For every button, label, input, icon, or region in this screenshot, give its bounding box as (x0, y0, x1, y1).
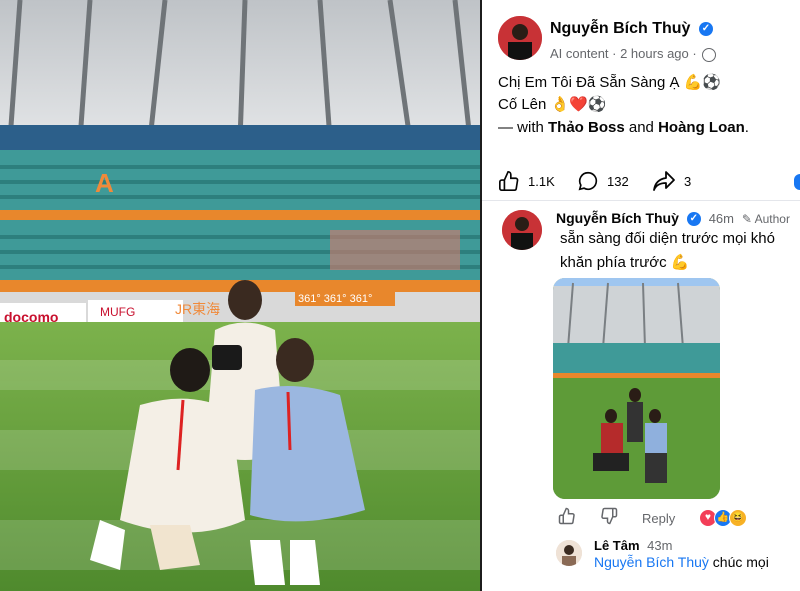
comment-author-avatar[interactable] (502, 210, 542, 250)
avatar-image (556, 540, 582, 566)
post-panel: Nguyễn Bích Thuỳ ✓ AI content · 2 hours … (482, 0, 800, 591)
thumb-up-icon (558, 507, 575, 525)
like-count: 1.1K (528, 173, 555, 189)
comment-thumb-up[interactable] (558, 507, 576, 525)
svg-text:361° 361° 361°: 361° 361° 361° (298, 293, 372, 305)
author-badge-label: Author (754, 212, 790, 226)
share-count: 3 (684, 173, 692, 189)
globe-icon (702, 47, 717, 62)
comment-time[interactable]: 46m (709, 211, 734, 226)
stadium-photo-illustration: A docomo MUFG JR東海 361° 361° 361° (0, 0, 480, 591)
comment-text: sẵn sàng đối diện trước mọi khó khăn phí… (560, 230, 775, 271)
tagged-user-1[interactable]: Thảo Boss (548, 119, 625, 136)
share-action[interactable]: 3 (652, 170, 691, 192)
avatar-image (498, 16, 542, 60)
reply-mention[interactable]: Nguyễn Bích Thuỳ (594, 554, 709, 570)
svg-text:JR東海: JR東海 (175, 301, 220, 317)
comment-action[interactable]: 132 (577, 170, 629, 192)
comment-thumb-down[interactable] (600, 507, 618, 525)
reply-body: chúc mọi (708, 554, 769, 570)
post-author-label[interactable]: Nguyễn Bích Thuỳ (550, 20, 690, 37)
post-author-avatar[interactable] (498, 16, 542, 60)
author-badge: ✎ Author (742, 212, 790, 226)
reply-label[interactable]: Reply (642, 511, 675, 526)
comment-count: 132 (607, 173, 629, 189)
with-prefix: — with (498, 119, 549, 136)
verified-badge-icon: ✓ (686, 212, 701, 227)
post-photo[interactable]: A docomo MUFG JR東海 361° 361° 361° (0, 0, 480, 591)
avatar-image (502, 210, 542, 250)
reply-time[interactable]: 43m (647, 538, 672, 553)
comment-author-name[interactable]: Nguyễn Bích Thuỳ (556, 210, 679, 226)
reply-button[interactable]: Reply (642, 511, 675, 526)
post-meta-label: AI content · 2 hours ago · (550, 46, 697, 61)
thumb-down-icon (601, 507, 618, 525)
comment-photo[interactable] (553, 278, 720, 499)
actions-divider (482, 200, 800, 201)
share-arrow-icon (653, 171, 675, 191)
scroll-edge-icon[interactable] (794, 174, 800, 190)
comment-reactions[interactable]: ♥ 👍 😆 (699, 509, 747, 527)
post-caption-line1: Chị Em Tôi Đã Sẵn Sàng Ạ 💪⚽ (498, 74, 722, 91)
svg-text:MUFG: MUFG (100, 305, 135, 319)
verified-badge-icon: ✓ (698, 21, 713, 36)
with-suffix: . (744, 119, 749, 136)
post-caption-line2: Cố Lên 👌❤️⚽ (498, 96, 607, 113)
with-and: and (624, 119, 659, 136)
reply-author-avatar[interactable] (556, 540, 582, 566)
like-action[interactable]: 1.1K (498, 170, 555, 192)
comment-author: Nguyễn Bích Thuỳ ✓ 46m ✎ Author (556, 210, 790, 227)
reply-author: Lê Tâm 43m (594, 538, 672, 553)
thumb-up-icon (499, 171, 519, 191)
post-with-tags: — with Thảo Boss and Hoàng Loan. (498, 119, 749, 136)
tagged-user-2[interactable]: Hoàng Loan (658, 119, 745, 136)
comment-photo-illustration (553, 278, 720, 499)
reply-text: Nguyễn Bích Thuỳ chúc mọi (594, 554, 769, 570)
pencil-icon: ✎ (741, 212, 752, 226)
post-meta: AI content · 2 hours ago · (550, 46, 717, 62)
svg-text:A: A (95, 168, 114, 198)
reply-author-name[interactable]: Lê Tâm (594, 538, 640, 553)
haha-reaction-icon: 😆 (729, 509, 747, 527)
post-author-name[interactable]: Nguyễn Bích Thuỳ ✓ (550, 20, 713, 38)
comment-bubble-icon (578, 171, 598, 191)
